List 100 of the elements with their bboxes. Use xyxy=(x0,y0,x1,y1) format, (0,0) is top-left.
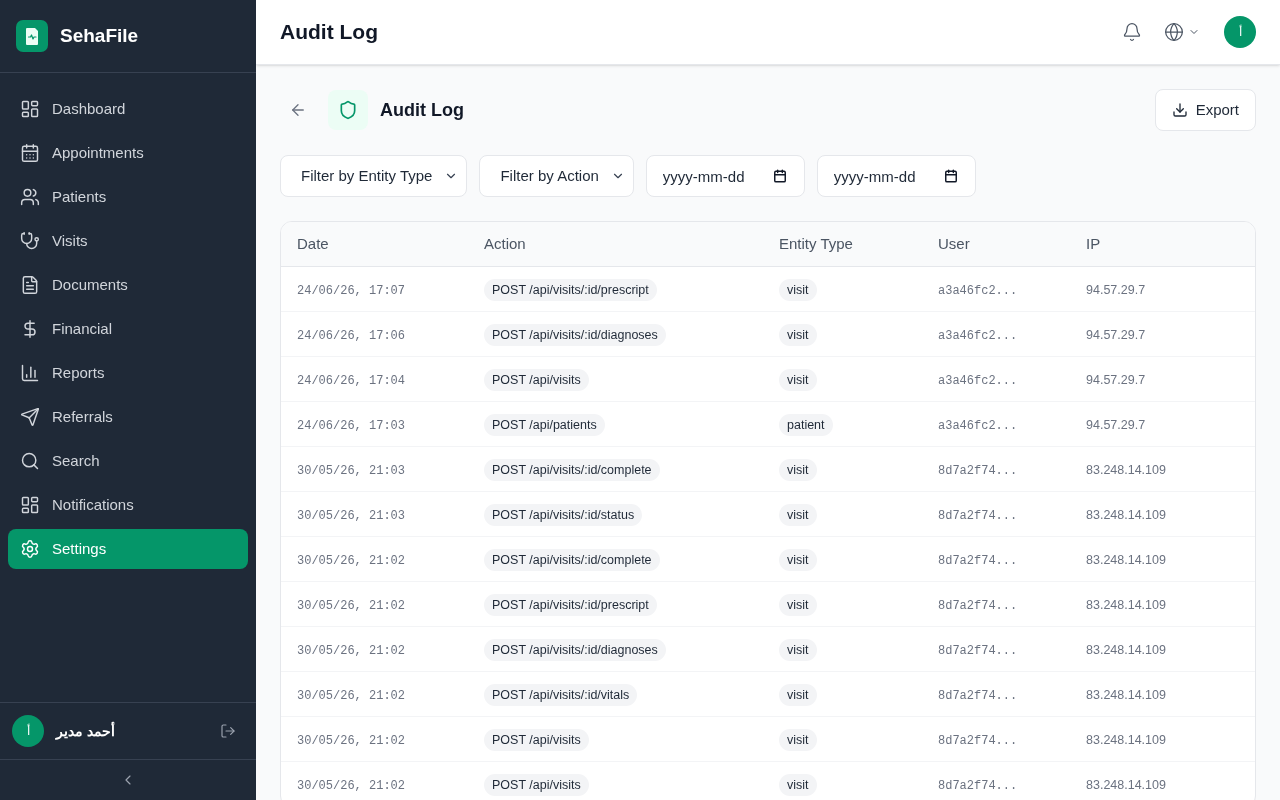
entity-type-tag: visit xyxy=(779,638,817,662)
sidebar-item[interactable]: Dashboard xyxy=(8,89,248,129)
user-name: أحمد مدير xyxy=(56,721,116,741)
users-icon xyxy=(20,187,40,207)
ip-cell: 83.248.14.109 xyxy=(1086,553,1166,567)
ip-cell: 83.248.14.109 xyxy=(1086,778,1166,792)
filter-select[interactable]: Filter by Action xyxy=(479,155,634,197)
sidebar-item[interactable]: Reports xyxy=(8,353,248,393)
user-id-cell: 8d7a2f74... xyxy=(938,599,1018,613)
column-header: Date xyxy=(297,235,329,252)
date-cell: 24/06/26, 17:07 xyxy=(297,284,406,298)
calendar-icon xyxy=(20,143,40,163)
sidebar-item[interactable]: Patients xyxy=(8,177,248,217)
header-title: Audit Log xyxy=(280,19,379,46)
date-cell: 24/06/26, 17:06 xyxy=(297,329,406,343)
filter-select[interactable]: Filter by Entity Type xyxy=(280,155,468,197)
ip-cell: 94.57.29.7 xyxy=(1086,283,1146,297)
sidebar-item[interactable]: Documents xyxy=(8,265,248,305)
entity-type-tag: visit xyxy=(779,548,817,572)
user-id-cell: 8d7a2f74... xyxy=(938,644,1018,658)
action-tag: POST /api/visits/:id/diagnoses xyxy=(484,323,666,347)
user-id-cell: a3a46fc2... xyxy=(938,374,1018,388)
globe-icon xyxy=(1164,22,1184,42)
date-field[interactable]: yyyy-mm-dd xyxy=(645,155,805,197)
date-cell: 30/05/26, 21:02 xyxy=(297,734,406,748)
action-tag: POST /api/patients xyxy=(484,413,605,437)
action-tag: POST /api/visits/:id/complete xyxy=(484,548,660,572)
user-id-cell: 8d7a2f74... xyxy=(938,509,1018,523)
export-button[interactable]: Export xyxy=(1154,89,1256,131)
date-cell: 24/06/26, 17:03 xyxy=(297,419,406,433)
entity-type-tag: visit xyxy=(779,593,817,617)
column-header: User xyxy=(938,235,970,252)
logo-icon xyxy=(16,20,48,52)
ip-cell: 83.248.14.109 xyxy=(1086,463,1166,477)
ip-cell: 94.57.29.7 xyxy=(1086,373,1146,387)
page-title: Audit Log xyxy=(380,98,465,122)
ip-cell: 83.248.14.109 xyxy=(1086,643,1166,657)
user-id-cell: a3a46fc2... xyxy=(938,329,1018,343)
send-icon xyxy=(20,407,40,427)
search-icon xyxy=(20,451,40,471)
ip-cell: 94.57.29.7 xyxy=(1086,328,1146,342)
entity-type-tag: visit xyxy=(779,458,817,482)
entity-type-tag: visit xyxy=(779,368,817,392)
user-id-cell: 8d7a2f74... xyxy=(938,734,1018,748)
date-field[interactable]: yyyy-mm-dd xyxy=(816,155,976,197)
bar-chart-icon xyxy=(20,363,40,383)
date-cell: 30/05/26, 21:02 xyxy=(297,644,406,658)
date-cell: 30/05/26, 21:02 xyxy=(297,779,406,793)
calendar-icon xyxy=(943,169,958,183)
entity-type-tag: visit xyxy=(779,683,817,707)
user-id-cell: a3a46fc2... xyxy=(938,284,1018,298)
sidebar-item[interactable]: Referrals xyxy=(8,397,248,437)
entity-type-tag: visit xyxy=(779,773,817,797)
entity-type-tag: patient xyxy=(779,413,833,437)
ip-cell: 94.57.29.7 xyxy=(1086,418,1146,432)
action-tag: POST /api/visits/:id/vitals xyxy=(484,683,638,707)
ip-cell: 83.248.14.109 xyxy=(1086,688,1166,702)
action-tag: POST /api/visits/:id/prescript xyxy=(484,593,657,617)
sidebar-item[interactable]: Notifications xyxy=(8,485,248,525)
bell-icon xyxy=(1122,22,1142,42)
entity-type-tag: visit xyxy=(779,503,817,527)
user-id-cell: a3a46fc2... xyxy=(938,419,1018,433)
sidebar-item[interactable]: Settings xyxy=(8,529,248,569)
sidebar-item[interactable]: Appointments xyxy=(8,133,248,173)
sidebar-item[interactable]: Visits xyxy=(8,221,248,261)
ip-cell: 83.248.14.109 xyxy=(1086,508,1166,522)
date-cell: 30/05/26, 21:03 xyxy=(297,464,406,478)
user-avatar[interactable]: أ xyxy=(1224,16,1256,48)
stethoscope-icon xyxy=(20,231,40,251)
settings-icon xyxy=(20,539,40,559)
user-id-cell: 8d7a2f74... xyxy=(938,464,1018,478)
column-header: Action xyxy=(484,235,526,252)
action-tag: POST /api/visits xyxy=(484,368,589,392)
shield-icon xyxy=(328,90,368,130)
action-tag: POST /api/visits xyxy=(484,773,589,797)
dashboard-grid-icon xyxy=(20,495,40,515)
column-header: IP xyxy=(1086,235,1101,252)
column-header: Entity Type xyxy=(779,235,853,252)
logout-icon xyxy=(220,723,236,739)
date-cell: 30/05/26, 21:02 xyxy=(297,554,406,568)
ip-cell: 83.248.14.109 xyxy=(1086,598,1166,612)
entity-type-tag: visit xyxy=(779,278,817,302)
user-id-cell: 8d7a2f74... xyxy=(938,689,1018,703)
entity-type-tag: visit xyxy=(779,728,817,752)
action-tag: POST /api/visits/:id/diagnoses xyxy=(484,638,666,662)
entity-type-tag: visit xyxy=(779,323,817,347)
action-tag: POST /api/visits/:id/status xyxy=(484,503,643,527)
download-icon xyxy=(1171,102,1188,118)
dashboard-grid-icon xyxy=(20,99,40,119)
action-tag: POST /api/visits xyxy=(484,728,589,752)
document-icon xyxy=(20,275,40,295)
date-cell: 30/05/26, 21:03 xyxy=(297,509,406,523)
user-id-cell: 8d7a2f74... xyxy=(938,779,1018,793)
date-cell: 24/06/26, 17:04 xyxy=(297,374,406,388)
action-tag: POST /api/visits/:id/prescript xyxy=(484,278,657,302)
sidebar-item[interactable]: Financial xyxy=(8,309,248,349)
date-cell: 30/05/26, 21:02 xyxy=(297,599,406,613)
brand-name: SehaFile xyxy=(60,23,139,48)
user-avatar: أ xyxy=(12,715,44,747)
sidebar-item[interactable]: Search xyxy=(8,441,248,481)
